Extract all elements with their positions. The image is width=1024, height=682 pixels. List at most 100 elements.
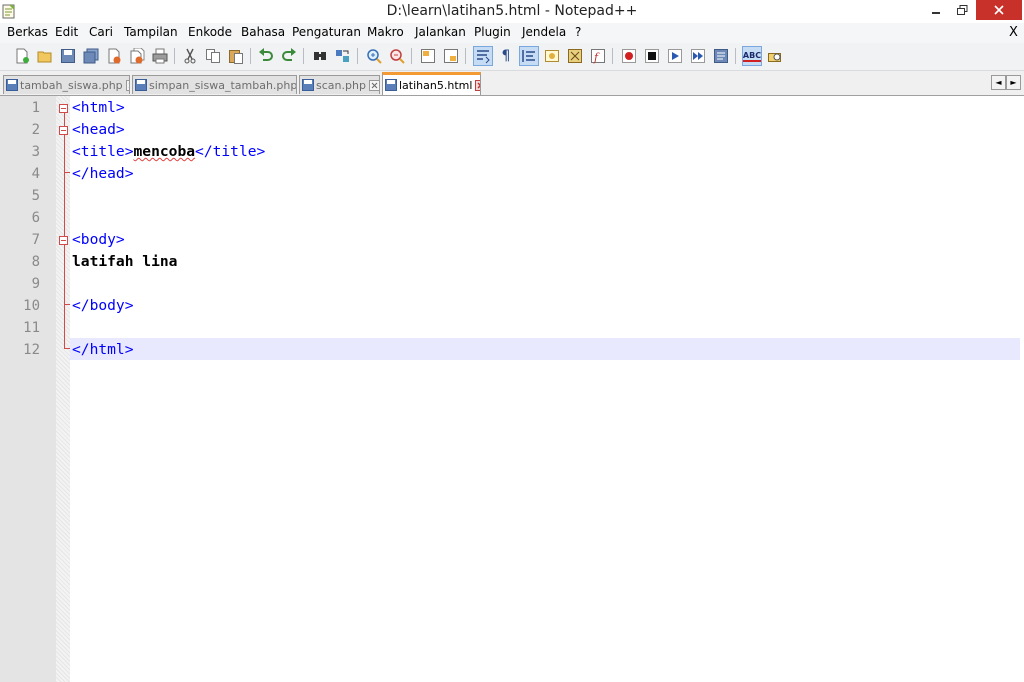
toolbar-separator <box>411 48 412 64</box>
open-file-button[interactable] <box>35 46 55 66</box>
close-file-button[interactable] <box>104 46 124 66</box>
menu-tampilan[interactable]: Tampilan <box>124 25 178 39</box>
user-lang-button[interactable] <box>542 46 562 66</box>
line-number: 10 <box>23 298 40 314</box>
close-all-button[interactable] <box>127 46 147 66</box>
doc-map-button[interactable] <box>565 46 585 66</box>
tab-bar: tambah_siswa.php simpan_siswa_tambah.php… <box>0 71 1024 96</box>
line-number: 5 <box>31 188 40 204</box>
code-line-12: </html> <box>72 339 134 361</box>
sync-vertical-button[interactable] <box>418 46 438 66</box>
head-close-tag: </head> <box>72 165 134 182</box>
run-macro-multiple-icon <box>691 49 705 63</box>
menu-jalankan[interactable]: Jalankan <box>415 25 466 39</box>
menu-jendela[interactable]: Jendela <box>522 25 566 39</box>
zoom-out-button[interactable] <box>387 46 407 66</box>
toolbar-separator <box>174 48 175 64</box>
pilcrow-icon: ¶ <box>501 48 511 64</box>
menu-edit[interactable]: Edit <box>55 25 78 39</box>
menu-help[interactable]: ? <box>575 25 581 39</box>
fold-toggle-body[interactable] <box>59 236 68 245</box>
close-all-icon <box>130 48 145 64</box>
run-macro-multiple-button[interactable] <box>688 46 708 66</box>
tab-simpan-siswa-tambah[interactable]: simpan_siswa_tambah.php <box>132 75 297 94</box>
stop-macro-icon <box>645 49 659 63</box>
menu-plugin[interactable]: Plugin <box>474 25 511 39</box>
show-all-chars-button[interactable]: ¶ <box>496 46 516 66</box>
fold-toggle-head[interactable] <box>59 126 68 135</box>
fold-toggle-html[interactable] <box>59 104 68 113</box>
copy-button[interactable] <box>203 46 223 66</box>
body-close-tag: </body> <box>72 297 134 314</box>
menu-makro[interactable]: Makro <box>367 25 404 39</box>
tab-close-icon[interactable] <box>368 79 380 91</box>
tab-close-icon[interactable] <box>475 79 481 91</box>
title-open-tag: <title> <box>72 143 134 160</box>
line-number: 3 <box>31 144 40 160</box>
indent-guide-button[interactable] <box>519 46 539 66</box>
minimize-button[interactable] <box>922 0 950 20</box>
find-icon <box>314 52 326 60</box>
redo-button[interactable] <box>279 46 299 66</box>
paste-icon <box>229 50 243 64</box>
record-macro-button[interactable] <box>619 46 639 66</box>
replace-button[interactable] <box>333 46 353 66</box>
zoom-in-icon <box>367 49 382 64</box>
close-window-button[interactable] <box>976 0 1022 20</box>
save-all-button[interactable] <box>81 46 101 66</box>
menu-berkas[interactable]: Berkas <box>7 25 48 39</box>
new-file-icon <box>16 48 29 64</box>
spell-check-button[interactable]: ABC <box>742 46 762 66</box>
code-line-2: <head> <box>72 119 125 141</box>
stop-macro-button[interactable] <box>642 46 662 66</box>
line-number: 6 <box>31 210 40 226</box>
sync-horizontal-button[interactable] <box>441 46 461 66</box>
window-title: D:\learn\latihan5.html - Notepad++ <box>386 3 638 19</box>
line-number: 8 <box>31 254 40 270</box>
zoom-in-button[interactable] <box>364 46 384 66</box>
word-wrap-button[interactable] <box>473 46 493 66</box>
find-button[interactable] <box>310 46 330 66</box>
word-wrap-icon <box>477 50 490 64</box>
menu-bahasa[interactable]: Bahasa <box>241 25 285 39</box>
title-text: mencoba <box>133 143 196 160</box>
cut-button[interactable] <box>180 46 200 66</box>
menu-pengaturan[interactable]: Pengaturan <box>292 25 361 39</box>
minimize-icon <box>932 12 940 14</box>
menu-cari[interactable]: Cari <box>89 25 113 39</box>
tab-latihan5[interactable]: latihan5.html <box>382 72 481 95</box>
close-document-button[interactable]: X <box>1009 25 1018 40</box>
undo-button[interactable] <box>256 46 276 66</box>
save-icon <box>61 49 75 63</box>
save-macro-button[interactable] <box>711 46 731 66</box>
tab-label: tambah_siswa.php <box>20 78 123 92</box>
toolbar-separator <box>735 48 736 64</box>
menu-enkode[interactable]: Enkode <box>188 25 232 39</box>
play-macro-button[interactable] <box>665 46 685 66</box>
function-list-button[interactable]: f <box>588 46 608 66</box>
open-file-icon <box>37 51 52 63</box>
tab-tambah-siswa[interactable]: tambah_siswa.php <box>3 75 130 94</box>
plugin-button[interactable] <box>765 46 785 66</box>
restore-button[interactable] <box>948 0 976 20</box>
tab-label: latihan5.html <box>399 78 473 92</box>
current-line-highlight <box>70 338 1020 360</box>
sync-horizontal-icon <box>444 49 458 63</box>
toolbar-separator <box>250 48 251 64</box>
paste-button[interactable] <box>226 46 246 66</box>
fold-margin <box>56 96 70 682</box>
print-button[interactable] <box>150 46 170 66</box>
tab-scroll-left-button[interactable]: ◄ <box>991 75 1006 90</box>
tab-scan[interactable]: scan.php <box>299 75 380 94</box>
redo-icon <box>282 48 296 61</box>
editor[interactable]: 1 2 3 4 5 6 7 8 9 10 11 12 <html> <head>… <box>0 96 1024 682</box>
tab-scroll-right-button[interactable]: ► <box>1006 75 1021 90</box>
code-line-4: </head> <box>72 163 134 185</box>
save-button[interactable] <box>58 46 78 66</box>
new-file-button[interactable] <box>12 46 32 66</box>
saved-file-icon <box>6 79 18 91</box>
tab-label: scan.php <box>316 78 366 92</box>
code-line-3: <title>mencoba</title> <box>72 141 265 163</box>
tab-close-icon[interactable] <box>125 79 130 91</box>
line-number: 2 <box>31 122 40 138</box>
